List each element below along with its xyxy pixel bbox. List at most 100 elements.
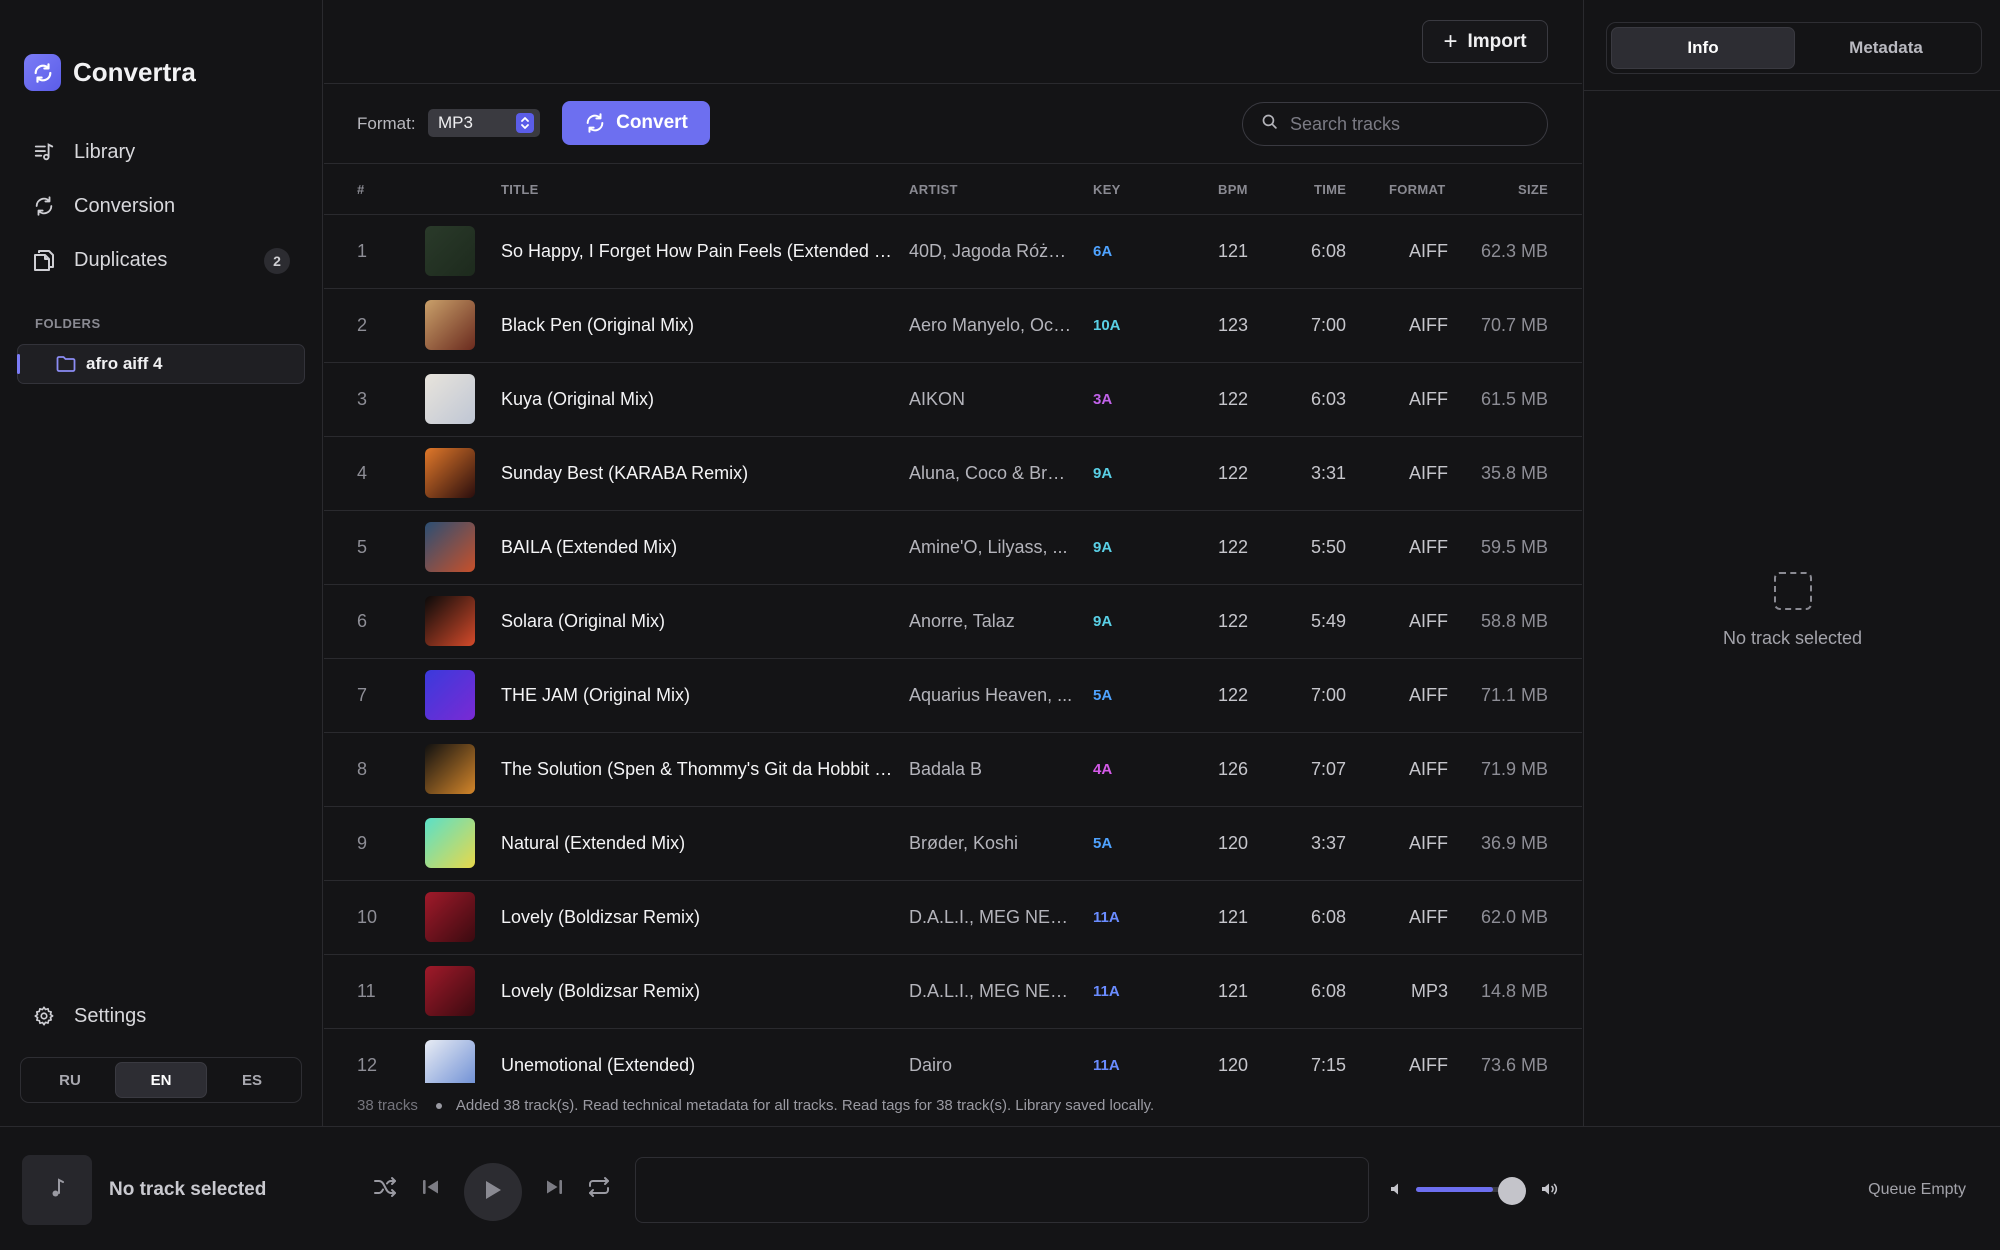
convert-button[interactable]: Convert: [562, 101, 710, 145]
track-number: 7: [357, 685, 368, 705]
track-number: 12: [357, 1055, 378, 1075]
track-time: 7:00: [1310, 315, 1346, 335]
skip-forward-icon: [544, 1177, 564, 1202]
import-label: Import: [1467, 30, 1527, 52]
table-row[interactable]: 8 The Solution (Spen & Thommy's Git da Ho…: [324, 733, 1582, 807]
track-number: 4: [357, 463, 368, 483]
language-es-button[interactable]: ES: [207, 1062, 297, 1098]
track-key: 10A: [1093, 317, 1121, 334]
volume-low-icon[interactable]: [1385, 1177, 1409, 1201]
track-size: 59.5 MB: [1480, 537, 1548, 557]
track-artist: Aluna, Coco & Breezy: [909, 463, 1074, 483]
tab-info[interactable]: Info: [1611, 27, 1795, 69]
track-format: AIFF: [1409, 463, 1448, 483]
refresh-icon: [584, 112, 606, 134]
column-header-format[interactable]: FORMAT: [1389, 182, 1445, 197]
app-name: Convertra: [73, 57, 196, 87]
library-icon: [32, 140, 56, 164]
track-artist: Anorre, Talaz: [909, 611, 1015, 631]
previous-button[interactable]: [417, 1175, 445, 1203]
table-row[interactable]: 10 Lovely (Boldizsar Remix) D.A.L.I., MEG …: [324, 881, 1582, 955]
track-artist: Dairo: [909, 1055, 953, 1075]
next-button[interactable]: [540, 1175, 568, 1203]
column-header-key[interactable]: KEY: [1093, 182, 1121, 197]
play-button[interactable]: [464, 1163, 522, 1221]
sidebar-item-label: Duplicates: [74, 248, 168, 271]
table-row[interactable]: 4 Sunday Best (KARABA Remix) Aluna, Coco &…: [324, 437, 1582, 511]
album-art: [425, 966, 475, 1016]
table-row[interactable]: 7 THE JAM (Original Mix) Aquarius Heaven, …: [324, 659, 1582, 733]
table-row[interactable]: 11 Lovely (Boldizsar Remix) D.A.L.I., MEG …: [324, 955, 1582, 1029]
column-header-artist[interactable]: ARTIST: [909, 182, 958, 197]
language-ru-button[interactable]: RU: [25, 1062, 115, 1098]
table-row[interactable]: 12 Unemotional (Extended) Dairo 11A 120 7:15 A…: [324, 1029, 1582, 1083]
language-en-button[interactable]: EN: [115, 1062, 207, 1098]
album-art: [425, 448, 475, 498]
sidebar-item-duplicates[interactable]: Duplicates 2: [16, 234, 306, 286]
album-art: [425, 1040, 475, 1083]
status-bar: 38 tracks Added 38 track(s). Read techni…: [357, 1097, 1154, 1114]
search-icon: [1261, 113, 1278, 135]
track-time: 6:08: [1310, 241, 1346, 261]
settings-button[interactable]: Settings: [32, 1004, 146, 1028]
folder-name: afro aiff 4: [86, 354, 163, 373]
folder-item[interactable]: afro aiff 4: [17, 344, 305, 384]
sidebar-item-conversion[interactable]: Conversion: [16, 180, 306, 232]
column-header-title[interactable]: TITLE: [501, 182, 539, 197]
toolbar: Format: MP3 Convert: [324, 84, 1582, 164]
search-input[interactable]: [1290, 113, 1530, 135]
column-header-bpm[interactable]: BPM: [1218, 182, 1248, 197]
track-format: AIFF: [1409, 685, 1448, 705]
track-time: 6:08: [1310, 981, 1346, 1001]
track-number: 3: [357, 389, 368, 409]
format-value: MP3: [438, 113, 473, 132]
track-bpm: 121: [1217, 241, 1248, 261]
waveform-seek-bar[interactable]: [635, 1157, 1369, 1223]
track-title: Unemotional (Extended): [501, 1055, 696, 1075]
play-icon: [483, 1179, 503, 1206]
app-logo-icon: [24, 54, 61, 91]
table-row[interactable]: 2 Black Pen (Original Mix) Aero Manyelo, O…: [324, 289, 1582, 363]
empty-selection-icon: [1773, 572, 1812, 610]
format-select[interactable]: MP3: [428, 109, 540, 137]
sidebar: Convertra Library Conversion Duplicates …: [0, 0, 323, 1126]
repeat-button[interactable]: [585, 1175, 613, 1203]
column-header-size[interactable]: SIZE: [1518, 182, 1548, 197]
plus-icon: +: [1443, 27, 1458, 55]
track-number: 9: [357, 833, 368, 853]
folder-icon: [56, 355, 76, 373]
volume-slider-thumb[interactable]: [1498, 1177, 1526, 1205]
track-format: AIFF: [1409, 759, 1448, 779]
track-bpm: 122: [1217, 537, 1248, 557]
track-title: Kuya (Original Mix): [501, 389, 655, 409]
import-button[interactable]: + Import: [1422, 20, 1548, 63]
track-size: 36.9 MB: [1480, 833, 1548, 853]
track-artist: D.A.L.I., MEG NERINA: [909, 981, 1074, 1001]
shuffle-button[interactable]: [371, 1175, 399, 1203]
track-size: 62.0 MB: [1480, 907, 1548, 927]
table-row[interactable]: 1 So Happy, I Forget How Pain Feels (Exte…: [324, 215, 1582, 289]
track-title: Sunday Best (KARABA Remix): [501, 463, 749, 483]
track-key: 9A: [1093, 613, 1113, 630]
track-size: 35.8 MB: [1480, 463, 1548, 483]
sidebar-item-label: Conversion: [74, 194, 176, 217]
sidebar-nav: Library Conversion Duplicates 2: [16, 126, 306, 288]
album-art: [425, 226, 475, 276]
album-art: [425, 818, 475, 868]
track-key: 9A: [1093, 465, 1113, 482]
now-playing-title: No track selected: [109, 1179, 267, 1200]
table-row[interactable]: 3 Kuya (Original Mix) AIKON 3A 122 6:03 AIFF 61…: [324, 363, 1582, 437]
table-row[interactable]: 5 BAILA (Extended Mix) Amine'O, Lilyass, .…: [324, 511, 1582, 585]
repeat-icon: [587, 1176, 611, 1203]
tab-metadata[interactable]: Metadata: [1795, 27, 1977, 69]
track-title: Black Pen (Original Mix): [501, 315, 695, 335]
track-artist: Brøder, Koshi: [909, 833, 1019, 853]
track-artist: Aero Manyelo, Octavian: [909, 315, 1074, 335]
select-stepper-icon: [516, 113, 534, 133]
volume-high-icon[interactable]: [1538, 1177, 1562, 1201]
column-header-time[interactable]: TIME: [1314, 182, 1346, 197]
sidebar-item-library[interactable]: Library: [16, 126, 306, 178]
column-header-number[interactable]: #: [357, 182, 365, 197]
table-row[interactable]: 6 Solara (Original Mix) Anorre, Talaz 9A 122…: [324, 585, 1582, 659]
table-row[interactable]: 9 Natural (Extended Mix) Brøder, Koshi 5A 12…: [324, 807, 1582, 881]
